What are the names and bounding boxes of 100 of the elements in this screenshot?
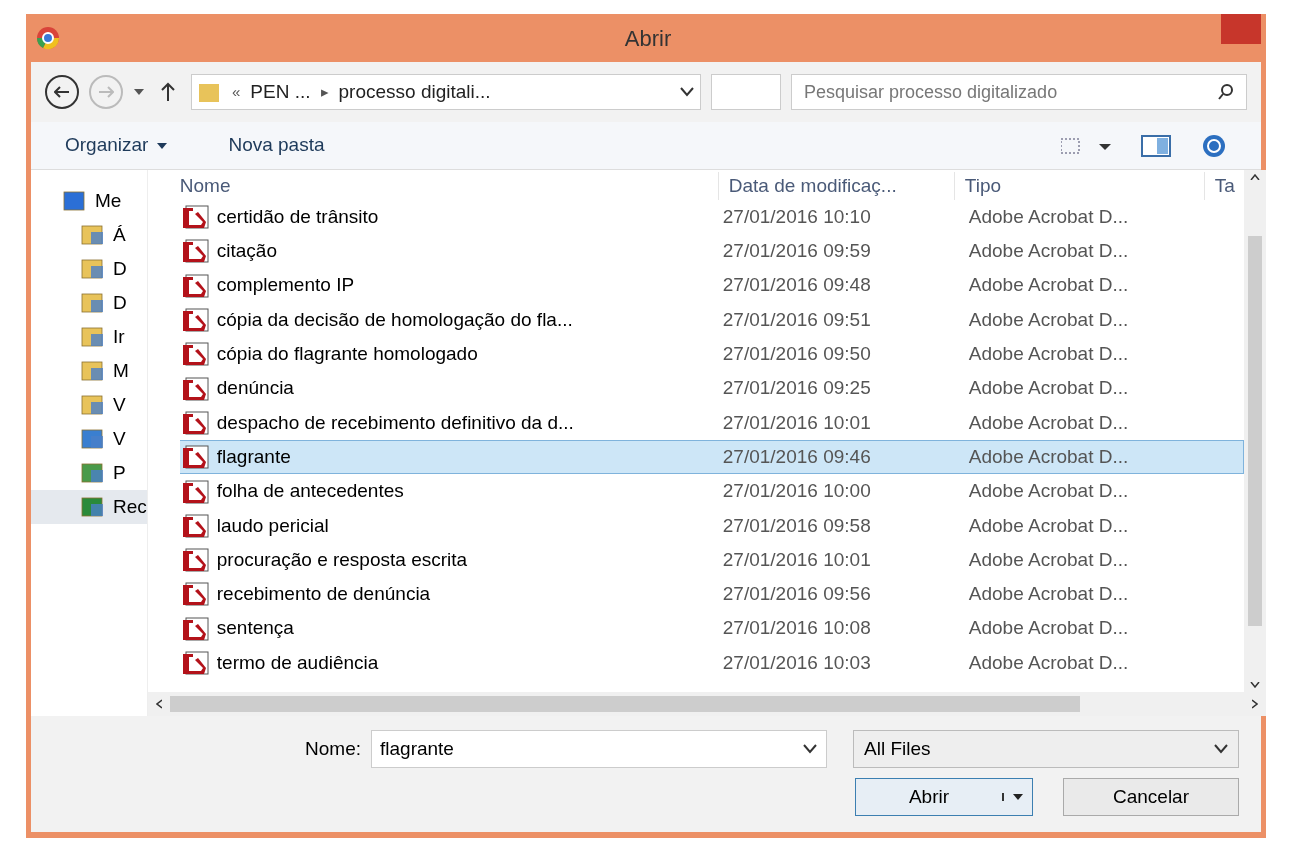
file-name-label: Nome: [305, 736, 361, 761]
sidebar-label: M [113, 358, 129, 383]
modified-date: 27/01/2016 09:46 [721, 444, 872, 469]
sidebar-label: D [113, 256, 127, 281]
vertical-scrollbar[interactable] [1243, 170, 1266, 692]
folder-icon [198, 81, 222, 103]
file-type: Adobe Acrobat D... [968, 239, 1130, 264]
file-name: certidão de trânsito [216, 204, 379, 229]
back-button[interactable] [45, 75, 79, 109]
sidebar-label: Me [95, 188, 122, 213]
dropdown-caret-icon [1214, 744, 1228, 754]
address-bar[interactable]: « PEN ... ▸ processo digitali... [191, 74, 701, 110]
file-name: sentença [216, 616, 294, 641]
dropdown-caret-icon [680, 87, 694, 97]
file-type: Adobe Acrobat D... [968, 513, 1130, 538]
modified-date: 27/01/2016 10:08 [721, 616, 872, 641]
file-row[interactable]: recebimento de denúncia 27/01/2016 09:56 Adobe Acrobat D... [179, 577, 1244, 612]
sidebar-label: Ir [113, 324, 125, 349]
file-name: folha de antecedentes [216, 479, 404, 504]
sidebar-label: V [113, 426, 126, 451]
window-title: Abrir [623, 24, 673, 53]
sidebar-item[interactable]: M [31, 354, 147, 388]
pdf-file-icon [180, 341, 211, 368]
column-header[interactable]: Nome [179, 171, 718, 200]
search-field[interactable]: Pesquisar processo digitalizado [791, 74, 1247, 110]
preview-pane-icon[interactable] [1141, 134, 1171, 157]
file-name: termo de audiência [216, 650, 379, 675]
file-row[interactable]: cópia do flagrante homologado 27/01/2016 09:50 Adobe Acrobat D... [179, 337, 1244, 372]
organize-menu[interactable]: Organizar [65, 131, 169, 160]
file-row[interactable]: folha de antecedentes 27/01/2016 10:00 Adobe Acrobat D... [179, 474, 1244, 509]
caret-icon [156, 141, 169, 150]
scroll-left-icon[interactable] [155, 699, 162, 709]
help-icon[interactable] [1201, 132, 1227, 159]
sidebar-item[interactable]: Me [31, 184, 147, 218]
file-name: procuração e resposta escrita [216, 547, 468, 572]
modified-date: 27/01/2016 09:25 [721, 376, 872, 401]
scroll-down-icon[interactable] [1249, 682, 1260, 688]
file-name: complemento IP [216, 273, 355, 298]
sidebar-item[interactable]: Rec [31, 490, 147, 524]
view-options-icon[interactable] [1061, 136, 1111, 155]
file-name: despacho de recebimento definitivo da d... [216, 410, 574, 435]
file-row[interactable]: flagrante 27/01/2016 09:46 Adobe Acrobat D... [179, 440, 1244, 475]
file-row[interactable]: sentença 27/01/2016 10:08 Adobe Acrobat D... [179, 611, 1244, 646]
sidebar-item[interactable]: D [31, 286, 147, 320]
pdf-file-icon [180, 547, 211, 574]
sidebar-item[interactable]: V [31, 388, 147, 422]
file-row[interactable]: complemento IP 27/01/2016 09:48 Adobe Acrobat D... [179, 268, 1244, 303]
file-row[interactable]: termo de audiência 27/01/2016 10:03 Adobe Acrobat D... [179, 645, 1244, 681]
pdf-file-icon [180, 581, 211, 608]
file-row[interactable]: despacho de recebimento definitivo da d... 27/01/2016 10:01 Adobe Acrobat D... [179, 405, 1244, 441]
file-type-dropdown[interactable]: All Files [853, 730, 1239, 768]
caret-icon [1012, 793, 1024, 801]
new-folder-button[interactable]: Nova pasta [228, 131, 325, 160]
horizontal-scrollbar[interactable] [147, 692, 1266, 716]
pdf-file-icon [180, 615, 211, 642]
file-row[interactable]: procuração e resposta escrita 27/01/2016 10:01 Adobe Acrobat D... [179, 542, 1244, 578]
modified-date: 27/01/2016 10:01 [721, 410, 872, 435]
open-button[interactable]: Abrir [855, 778, 1033, 816]
scroll-right-icon[interactable] [1251, 699, 1258, 709]
file-name: recebimento de denúncia [216, 582, 431, 607]
file-type: Adobe Acrobat D... [968, 650, 1130, 675]
file-type: Adobe Acrobat D... [968, 547, 1130, 572]
file-row[interactable]: certidão de trânsito 27/01/2016 10:10 Adobe Acrobat D... [179, 200, 1244, 235]
file-type: Adobe Acrobat D... [968, 342, 1130, 367]
sidebar-item[interactable]: D [31, 252, 147, 286]
sidebar-item[interactable]: Á [31, 218, 147, 252]
file-name: citação [216, 239, 277, 264]
pdf-file-icon [180, 272, 211, 299]
dropdown-caret-icon [803, 744, 817, 754]
breadcrumb: PEN ... [250, 79, 311, 104]
modified-date: 27/01/2016 10:10 [721, 204, 872, 229]
file-type: Adobe Acrobat D... [968, 273, 1130, 298]
cancel-button[interactable]: Cancelar [1063, 778, 1239, 816]
up-arrow-icon [161, 82, 175, 102]
caret-icon [133, 88, 145, 96]
breadcrumb: processo digitali... [338, 79, 491, 104]
column-header[interactable]: Data de modificaç... [717, 171, 954, 200]
file-name-field[interactable]: flagrante [371, 730, 827, 768]
file-row[interactable]: laudo pericial 27/01/2016 09:58 Adobe Acrobat D... [179, 508, 1244, 543]
pdf-file-icon [180, 375, 211, 402]
file-type: Adobe Acrobat D... [968, 444, 1130, 469]
right-arrow-icon [98, 86, 114, 98]
sidebar-item[interactable]: P [31, 456, 147, 490]
column-header[interactable]: Ta [1203, 171, 1244, 200]
file-name: flagrante [216, 444, 291, 469]
column-header[interactable]: Tipo [953, 171, 1204, 200]
file-row[interactable]: denúncia 27/01/2016 09:25 Adobe Acrobat D... [179, 371, 1244, 406]
file-type: Adobe Acrobat D... [968, 204, 1130, 229]
sidebar-item[interactable]: Ir [31, 320, 147, 354]
modified-date: 27/01/2016 10:01 [721, 547, 872, 572]
file-row[interactable]: citação 27/01/2016 09:59 Adobe Acrobat D... [179, 234, 1244, 269]
pdf-file-icon [180, 512, 211, 539]
file-type: Adobe Acrobat D... [968, 479, 1130, 504]
file-name: cópia da decisão de homologação do fla... [216, 307, 573, 332]
file-row[interactable]: cópia da decisão de homologação do fla... 27/01/2016 09:51 Adobe Acrobat D... [179, 302, 1244, 338]
breadcrumb: « [232, 81, 241, 102]
sidebar-item[interactable]: V [31, 422, 147, 456]
file-name: laudo pericial [216, 513, 329, 538]
scroll-up-icon[interactable] [1249, 174, 1260, 180]
sidebar-label: D [113, 290, 127, 315]
